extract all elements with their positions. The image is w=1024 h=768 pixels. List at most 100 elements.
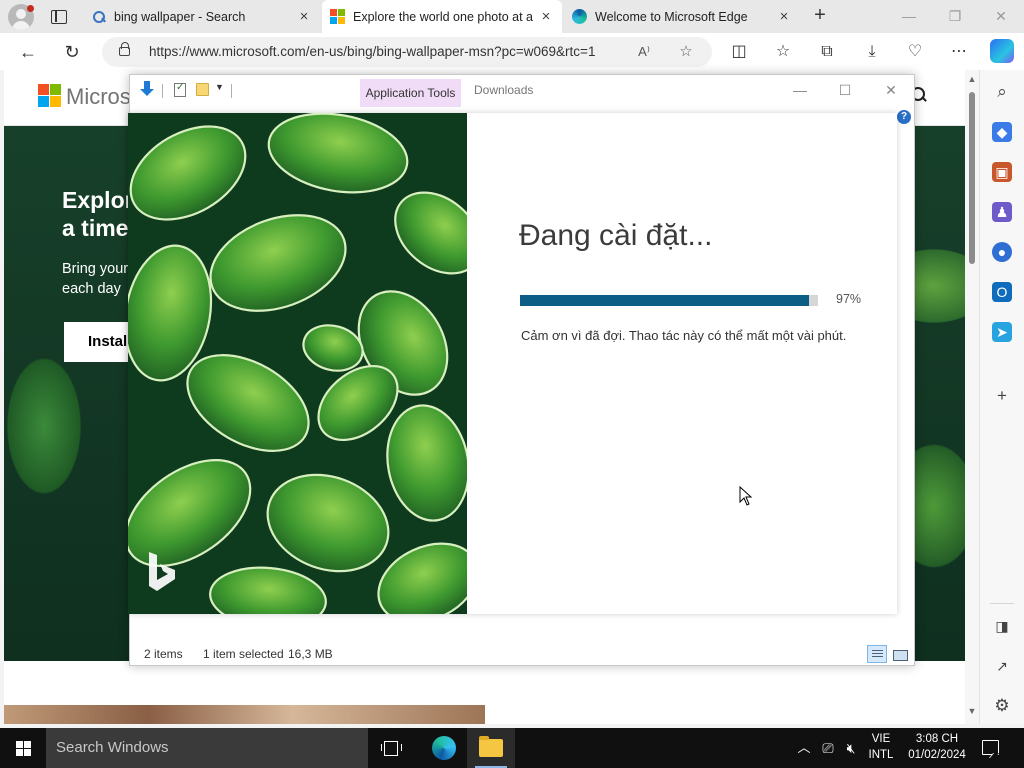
collections-icon[interactable]: ⧉: [816, 41, 838, 63]
toolbar-divider: [231, 84, 232, 98]
explorer-window-title: Downloads: [474, 83, 534, 97]
microsoft365-icon[interactable]: ●: [992, 242, 1012, 262]
microsoft-logo-icon[interactable]: [38, 84, 61, 107]
tab-welcome-edge[interactable]: Welcome to Microsoft Edge ×: [564, 0, 800, 33]
volume-muted-icon[interactable]: 🔇︎: [842, 728, 860, 768]
thumbnail-strip: [4, 705, 485, 724]
edge-sidebar: ⌕ ◆ ▣ ♟ ● O ➤ + ◨ ↗ ⚙: [979, 70, 1024, 724]
notification-center-icon[interactable]: [982, 740, 999, 755]
install-progress-percent: 97%: [836, 292, 862, 306]
tab-title: Welcome to Microsoft Edge: [595, 9, 748, 24]
succulent-illustration: [128, 113, 467, 614]
outlook-icon[interactable]: O: [992, 282, 1012, 302]
properties-icon[interactable]: [174, 82, 186, 97]
install-progress-fill: [520, 295, 810, 306]
scroll-up-icon[interactable]: ▲: [967, 74, 977, 84]
tab-explore-world[interactable]: Explore the world one photo at a ×: [322, 0, 562, 33]
chevron-down-icon[interactable]: ▼: [215, 82, 224, 92]
details-view-icon[interactable]: [867, 645, 887, 663]
page-scrollbar[interactable]: ▲ ▼: [965, 70, 979, 724]
toolbar-divider: [162, 84, 163, 98]
windows-logo-icon: [16, 741, 31, 756]
help-icon[interactable]: ?: [897, 110, 911, 124]
performance-icon[interactable]: ♡: [904, 41, 926, 63]
explorer-status-bar: 2 items 1 item selected 16,3 MB: [130, 643, 914, 665]
install-wait-note: Cảm ơn vì đã đợi. Thao tác này có thể mấ…: [521, 328, 847, 343]
edge-icon: [572, 9, 587, 24]
explorer-title-bar: ▼ Application Tools Downloads — ☐ ✕: [130, 75, 914, 107]
browser-restore-button[interactable]: ❐: [932, 0, 978, 33]
tab-actions-icon[interactable]: [48, 7, 70, 27]
back-arrow-icon[interactable]: ←: [15, 39, 41, 65]
new-folder-icon[interactable]: [196, 83, 209, 96]
clock-time: 3:08 CH: [915, 733, 959, 745]
copilot-icon[interactable]: [990, 39, 1014, 63]
url-text[interactable]: https://www.microsoft.com/en-us/bing/bin…: [149, 44, 629, 59]
mouse-cursor-icon: [739, 486, 753, 506]
succulent-photo: [128, 113, 467, 614]
close-icon[interactable]: ×: [538, 8, 554, 25]
explorer-close-button[interactable]: ✕: [868, 75, 914, 105]
tools-briefcase-icon[interactable]: ▣: [992, 162, 1012, 182]
installing-heading: Đang cài đặt...: [519, 219, 713, 252]
shopping-tag-icon[interactable]: ◆: [992, 122, 1012, 142]
taskbar-clock[interactable]: 3:08 CH 01/02/2024: [901, 731, 973, 763]
new-tab-button[interactable]: +: [809, 4, 831, 28]
folder-icon: [479, 736, 503, 757]
browser-close-button[interactable]: ✕: [978, 0, 1024, 33]
selection-size: 16,3 MB: [288, 647, 333, 661]
browser-tab-strip: bing wallpaper - Search × Explore the wo…: [0, 0, 1024, 33]
input-language-indicator[interactable]: VIE INTL: [860, 731, 902, 763]
lock-icon[interactable]: [119, 42, 130, 56]
keyboard-layout: INTL: [868, 749, 894, 761]
edge-icon: [432, 736, 456, 760]
tab-bing-search[interactable]: bing wallpaper - Search ×: [84, 0, 320, 33]
taskbar-search-box[interactable]: Search Windows: [46, 728, 368, 768]
microsoft-logo-icon: [330, 9, 345, 24]
language-code: VIE: [871, 733, 891, 745]
taskbar-file-explorer-app[interactable]: [467, 728, 515, 768]
scroll-thumb[interactable]: [969, 92, 975, 264]
start-button[interactable]: [0, 728, 46, 768]
clock-date: 01/02/2024: [908, 749, 966, 761]
favorites-icon[interactable]: ☆: [772, 41, 794, 63]
selection-status: 1 item selected: [203, 647, 284, 661]
sidebar-search-icon[interactable]: ⌕: [992, 82, 1012, 102]
windows-taskbar: Search Windows ︿ ⎚ 🔇︎ VIE INTL 3:08 CH 0…: [0, 728, 1024, 768]
tab-title: Explore the world one photo at a: [353, 9, 533, 24]
sidebar-settings-gear-icon[interactable]: ⚙: [992, 696, 1012, 716]
hide-sidebar-icon[interactable]: ◨: [992, 616, 1012, 636]
open-external-icon[interactable]: ↗: [992, 656, 1012, 676]
address-bar[interactable]: https://www.microsoft.com/en-us/bing/bin…: [102, 37, 712, 67]
explorer-minimize-button[interactable]: —: [777, 75, 823, 105]
item-count: 2 items: [144, 647, 183, 661]
read-aloud-icon[interactable]: A⁾: [634, 42, 654, 62]
add-sidebar-app-icon[interactable]: +: [992, 386, 1012, 406]
bing-wallpaper-installer: Đang cài đặt... 97% Cảm ơn vì đã đợi. Th…: [128, 113, 897, 614]
split-screen-icon[interactable]: ◫: [728, 41, 750, 63]
network-icon[interactable]: ⎚: [818, 728, 838, 768]
scroll-down-icon[interactable]: ▼: [967, 706, 977, 716]
download-arrow-icon: [140, 81, 154, 97]
browser-toolbar: ← ↻ https://www.microsoft.com/en-us/bing…: [0, 33, 1024, 70]
taskbar-edge-app[interactable]: [419, 728, 467, 768]
favorite-star-icon[interactable]: ☆: [676, 42, 696, 62]
search-icon: [92, 10, 106, 24]
profile-notification-dot: [27, 5, 34, 12]
show-hidden-icons-chevron-icon[interactable]: ︿: [796, 728, 812, 768]
close-icon[interactable]: ×: [776, 8, 792, 25]
application-tools-tab[interactable]: Application Tools: [360, 79, 461, 107]
task-view-icon[interactable]: [381, 739, 402, 757]
games-icon[interactable]: ♟: [992, 202, 1012, 222]
tab-title: bing wallpaper - Search: [114, 9, 246, 24]
browser-minimize-button[interactable]: —: [886, 0, 932, 33]
install-progress-bar: [520, 295, 818, 306]
sidebar-divider: [990, 603, 1014, 604]
large-icons-view-icon[interactable]: [889, 645, 909, 663]
send-icon[interactable]: ➤: [992, 322, 1012, 342]
explorer-maximize-button[interactable]: ☐: [822, 75, 868, 105]
refresh-icon[interactable]: ↻: [59, 39, 85, 65]
close-icon[interactable]: ×: [296, 8, 312, 25]
downloads-icon[interactable]: ⤓: [861, 41, 883, 63]
more-options-icon[interactable]: ⋯: [948, 41, 970, 63]
